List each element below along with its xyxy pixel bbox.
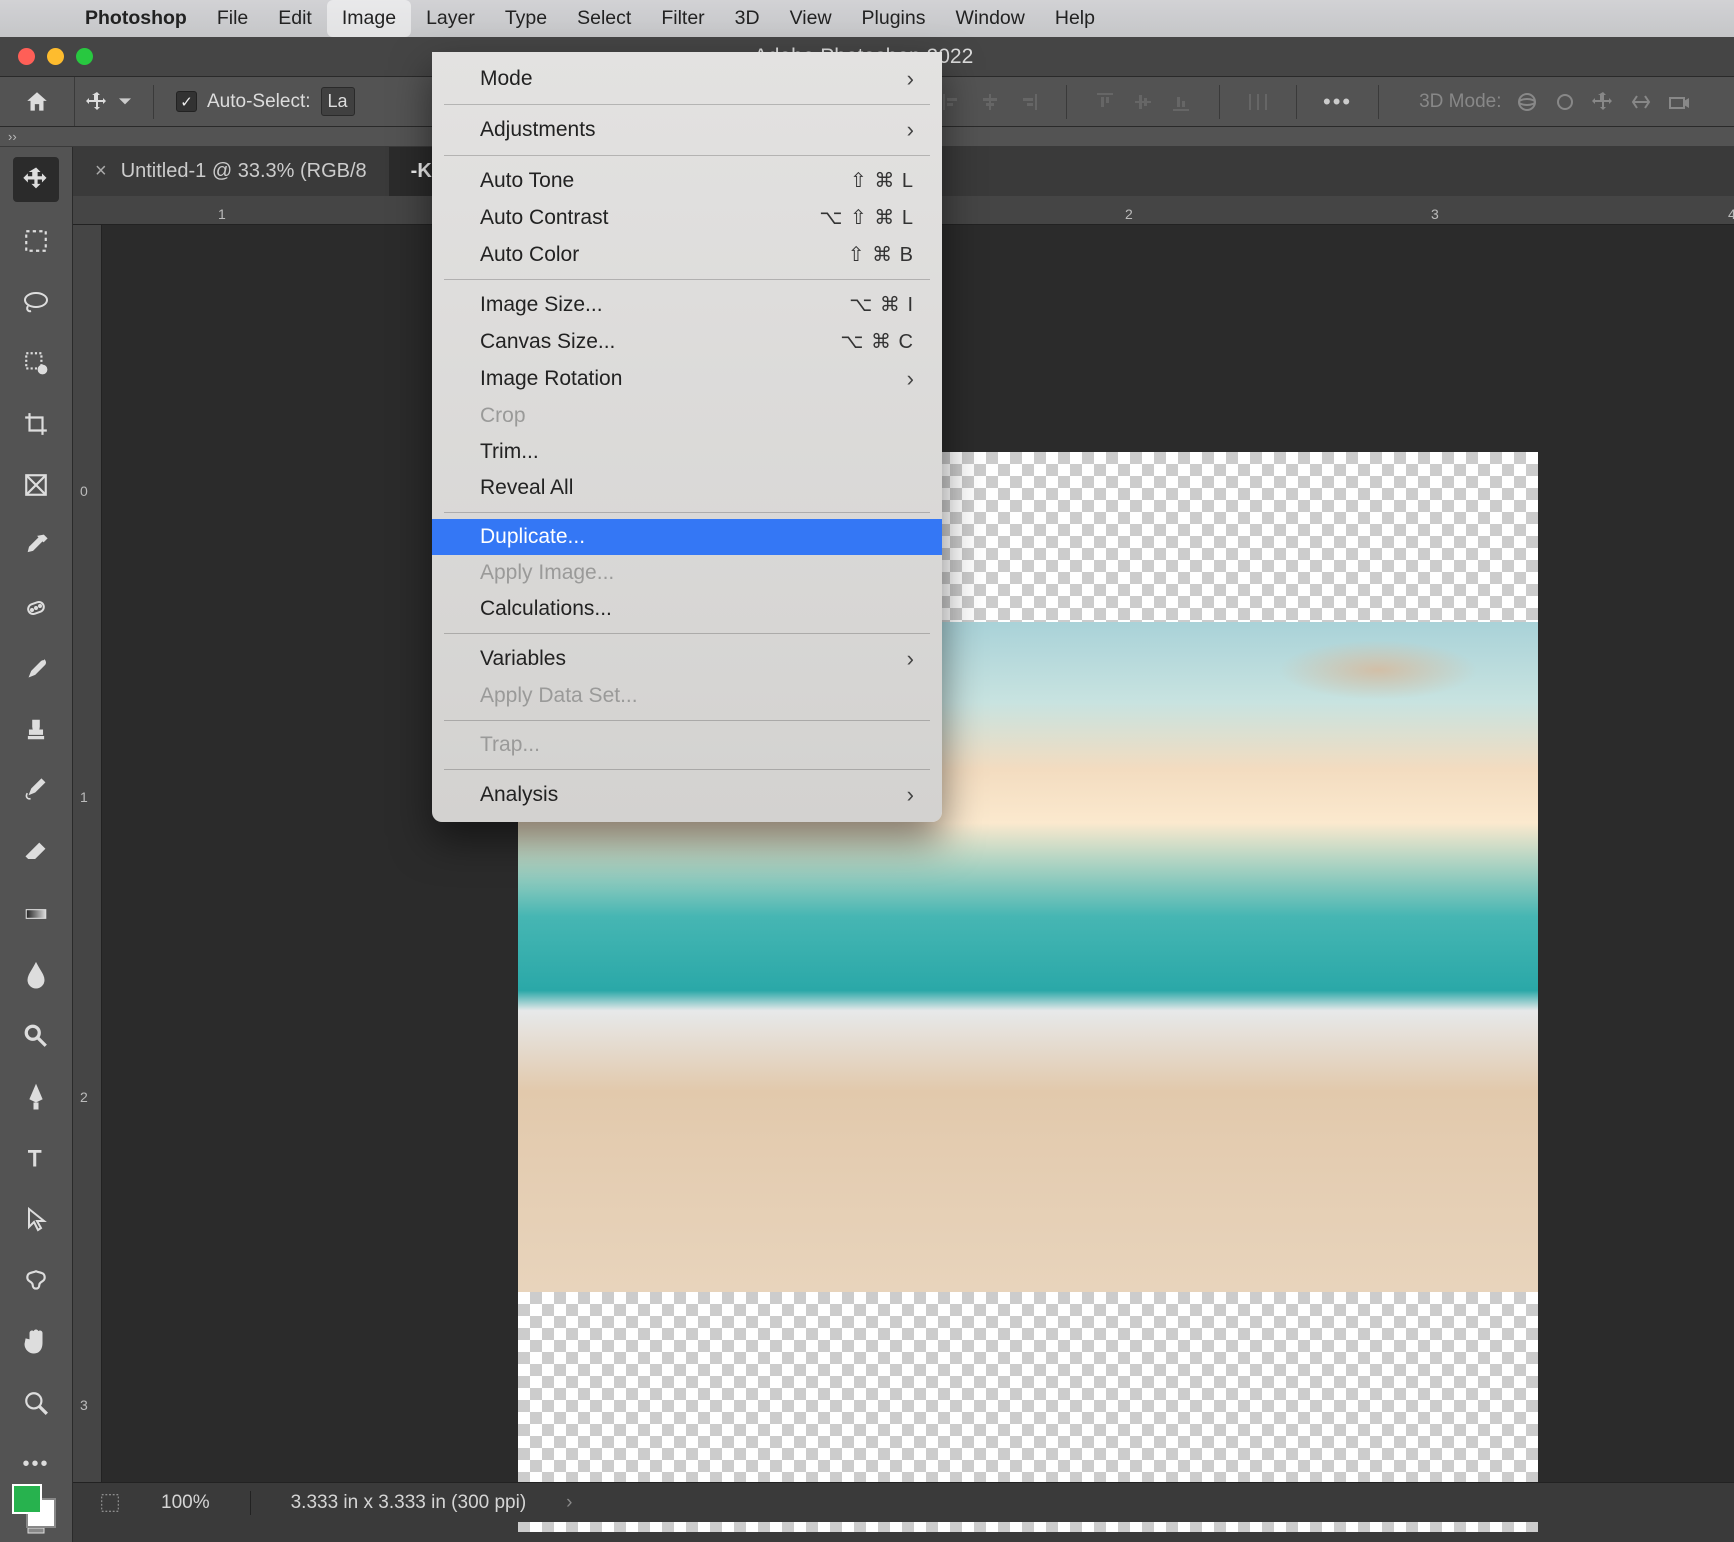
hand-tool[interactable] <box>19 1325 53 1358</box>
move-tool-indicator[interactable] <box>75 90 141 114</box>
menu-3d[interactable]: 3D <box>720 0 775 37</box>
menu-item[interactable]: Analysis› <box>432 776 942 814</box>
menu-type[interactable]: Type <box>490 0 562 37</box>
auto-select-label: Auto-Select: <box>207 91 311 113</box>
lasso-tool[interactable] <box>19 285 53 318</box>
crop-tool[interactable] <box>19 407 53 440</box>
eraser-tool[interactable] <box>19 836 53 869</box>
path-select-tool[interactable] <box>19 1203 53 1236</box>
type-tool[interactable]: T <box>19 1142 53 1175</box>
traffic-lights <box>0 48 93 65</box>
move-tool[interactable] <box>13 157 59 202</box>
menu-file[interactable]: File <box>202 0 263 37</box>
document-info[interactable]: 3.333 in x 3.333 in (300 ppi) <box>291 1492 527 1514</box>
foreground-color[interactable] <box>12 1484 42 1514</box>
menu-edit[interactable]: Edit <box>263 0 327 37</box>
auto-select-dropdown[interactable]: La <box>321 87 355 116</box>
expand-panels-icon[interactable]: ›› <box>8 129 17 144</box>
chevron-down-icon <box>119 96 131 108</box>
menu-item[interactable]: Calculations... <box>432 591 942 627</box>
home-icon <box>24 89 50 115</box>
zoom-tool[interactable] <box>19 1386 53 1419</box>
menu-item[interactable]: Mode› <box>432 60 942 98</box>
menu-item[interactable]: Image Size...⌥ ⌘ I <box>432 286 942 323</box>
history-brush-tool[interactable] <box>19 775 53 808</box>
toolbox: T ••• <box>0 147 73 1542</box>
menu-item: Crop <box>432 398 942 434</box>
home-button[interactable] <box>0 77 75 126</box>
menu-view[interactable]: View <box>775 0 847 37</box>
menu-item[interactable]: Canvas Size...⌥ ⌘ C <box>432 323 942 360</box>
minimize-window-icon[interactable] <box>47 48 64 65</box>
stamp-tool[interactable] <box>19 713 53 746</box>
svg-text:T: T <box>28 1146 41 1170</box>
close-window-icon[interactable] <box>18 48 35 65</box>
healing-tool[interactable] <box>19 591 53 624</box>
shape-tool[interactable] <box>19 1264 53 1297</box>
close-tab-icon[interactable]: × <box>95 160 107 183</box>
menu-item[interactable]: Auto Color⇧ ⌘ B <box>432 236 942 273</box>
brush-tool[interactable] <box>19 652 53 685</box>
3d-camera-icon[interactable] <box>1667 90 1691 114</box>
align-bottom-icon[interactable] <box>1169 90 1193 114</box>
status-bar: 100% 3.333 in x 3.333 in (300 ppi) › <box>73 1482 1734 1522</box>
3d-roll-icon[interactable] <box>1553 90 1577 114</box>
zoom-level[interactable]: 100% <box>161 1492 210 1514</box>
align-middle-icon[interactable] <box>1131 90 1155 114</box>
status-preview-icon[interactable] <box>99 1492 121 1514</box>
align-top-icon[interactable] <box>1093 90 1117 114</box>
menu-image[interactable]: Image <box>327 0 411 37</box>
menu-item[interactable]: Adjustments› <box>432 111 942 149</box>
menu-plugins[interactable]: Plugins <box>847 0 941 37</box>
gradient-tool[interactable] <box>19 897 53 930</box>
more-options-icon[interactable]: ••• <box>1323 89 1352 115</box>
align-center-h-icon[interactable] <box>978 90 1002 114</box>
menu-item[interactable]: Auto Tone⇧ ⌘ L <box>432 162 942 199</box>
auto-select-checkbox[interactable]: ✓ <box>176 91 197 112</box>
quick-select-tool[interactable] <box>19 346 53 379</box>
menu-item[interactable]: Reveal All <box>432 470 942 506</box>
3d-slide-icon[interactable] <box>1629 90 1653 114</box>
blur-tool[interactable] <box>19 958 53 991</box>
3d-mode-label: 3D Mode: <box>1419 91 1501 113</box>
menu-help[interactable]: Help <box>1040 0 1110 37</box>
menu-window[interactable]: Window <box>941 0 1040 37</box>
frame-tool[interactable] <box>19 469 53 502</box>
align-left-icon[interactable] <box>940 90 964 114</box>
menu-item[interactable]: Trim... <box>432 434 942 470</box>
maximize-window-icon[interactable] <box>76 48 93 65</box>
marquee-tool[interactable] <box>19 224 53 257</box>
image-menu-dropdown: Mode› Adjustments› Auto Tone⇧ ⌘ LAuto Cont… <box>432 52 942 822</box>
menu-item: Apply Data Set... <box>432 678 942 714</box>
move-icon <box>85 90 109 114</box>
menu-item[interactable]: Auto Contrast⌥ ⇧ ⌘ L <box>432 199 942 236</box>
menu-item[interactable]: Duplicate... <box>432 519 942 555</box>
align-right-icon[interactable] <box>1016 90 1040 114</box>
app-name[interactable]: Photoshop <box>70 0 202 37</box>
menubar: Photoshop File Edit Image Layer Type Sel… <box>0 0 1734 37</box>
3d-pan-icon[interactable] <box>1591 90 1615 114</box>
distribute-icon[interactable] <box>1246 90 1270 114</box>
menu-item: Trap... <box>432 727 942 763</box>
3d-orbit-icon[interactable] <box>1515 90 1539 114</box>
menu-item: Apply Image... <box>432 555 942 591</box>
menu-item[interactable]: Variables› <box>432 640 942 678</box>
document-tab[interactable]: × Untitled-1 @ 33.3% (RGB/8 <box>73 147 389 196</box>
ruler-vertical[interactable]: 0 1 2 3 <box>73 225 102 1482</box>
apple-icon[interactable] <box>18 0 48 37</box>
document-tab-label: Untitled-1 @ 33.3% (RGB/8 <box>121 160 367 183</box>
dodge-tool[interactable] <box>19 1019 53 1052</box>
eyedropper-tool[interactable] <box>19 530 53 563</box>
menu-filter[interactable]: Filter <box>646 0 719 37</box>
color-swatches[interactable] <box>12 1484 42 1514</box>
status-chevron-icon[interactable]: › <box>566 1492 572 1514</box>
menu-select[interactable]: Select <box>562 0 646 37</box>
menu-layer[interactable]: Layer <box>411 0 490 37</box>
more-tools-icon[interactable]: ••• <box>19 1448 53 1481</box>
menu-item[interactable]: Image Rotation› <box>432 360 942 398</box>
pen-tool[interactable] <box>19 1081 53 1114</box>
